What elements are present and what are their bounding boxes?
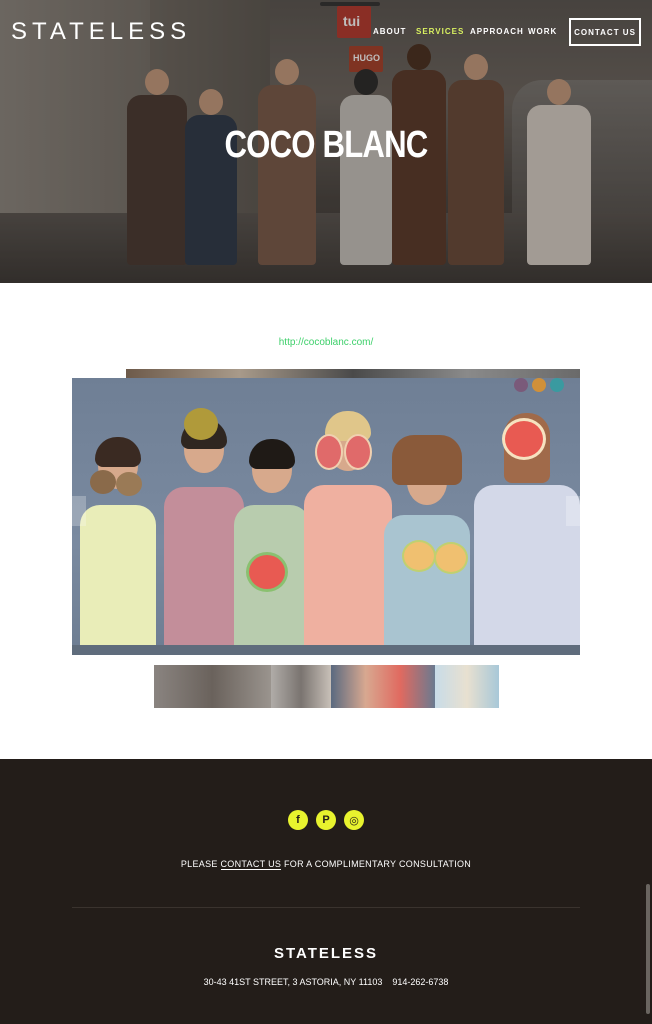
site-logo[interactable]: STATELESS: [11, 18, 191, 46]
phone-text[interactable]: 914-262-6738: [392, 977, 448, 987]
consultation-cta: PLEASE CONTACT US FOR A COMPLIMENTARY CO…: [0, 859, 652, 870]
main-gallery-image[interactable]: [72, 378, 580, 655]
facebook-icon[interactable]: f: [288, 810, 308, 830]
cta-prefix: PLEASE: [180, 859, 221, 869]
nav-approach[interactable]: APPROACH: [470, 27, 524, 36]
next-arrow-icon[interactable]: [566, 496, 580, 526]
footer-divider: [72, 907, 580, 908]
color-swatches: [514, 378, 564, 392]
thumbnail-strip: [154, 665, 499, 708]
nav-about[interactable]: ABOUT: [373, 27, 406, 36]
address-text: 30-43 41ST STREET, 3 ASTORIA, NY 11103: [203, 977, 383, 987]
nav-work[interactable]: WORK: [528, 27, 557, 36]
cta-suffix: FOR A COMPLIMENTARY CONSULTATION: [281, 859, 472, 869]
page: tui HUGO STATELESS ABOUT SERVICES APPROA…: [0, 0, 652, 1024]
footer-address: 30-43 41ST STREET, 3 ASTORIA, NY 11103 9…: [0, 977, 652, 987]
hero-banner: tui HUGO STATELESS ABOUT SERVICES APPROA…: [0, 0, 652, 283]
prev-arrow-icon[interactable]: [72, 496, 86, 526]
top-nav: STATELESS ABOUT SERVICES APPROACH WORK C…: [0, 0, 652, 64]
page-title: COCO BLANC: [224, 124, 428, 166]
thumbnail-2[interactable]: [271, 665, 331, 708]
footer-logo[interactable]: STATELESS: [0, 945, 652, 962]
scrollbar[interactable]: [646, 884, 650, 1014]
contact-us-button[interactable]: CONTACT US: [569, 18, 641, 46]
thumbnail-4[interactable]: [435, 665, 499, 708]
nav-services[interactable]: SERVICES: [416, 27, 464, 36]
thumbnail-1[interactable]: [154, 665, 271, 708]
project-url-link[interactable]: http://cocoblanc.com/: [0, 337, 652, 348]
pinterest-icon[interactable]: P: [316, 810, 336, 830]
instagram-icon[interactable]: ◎: [344, 810, 364, 830]
cta-contact-link[interactable]: CONTACT US: [220, 859, 282, 870]
thumbnail-3[interactable]: [331, 665, 435, 708]
